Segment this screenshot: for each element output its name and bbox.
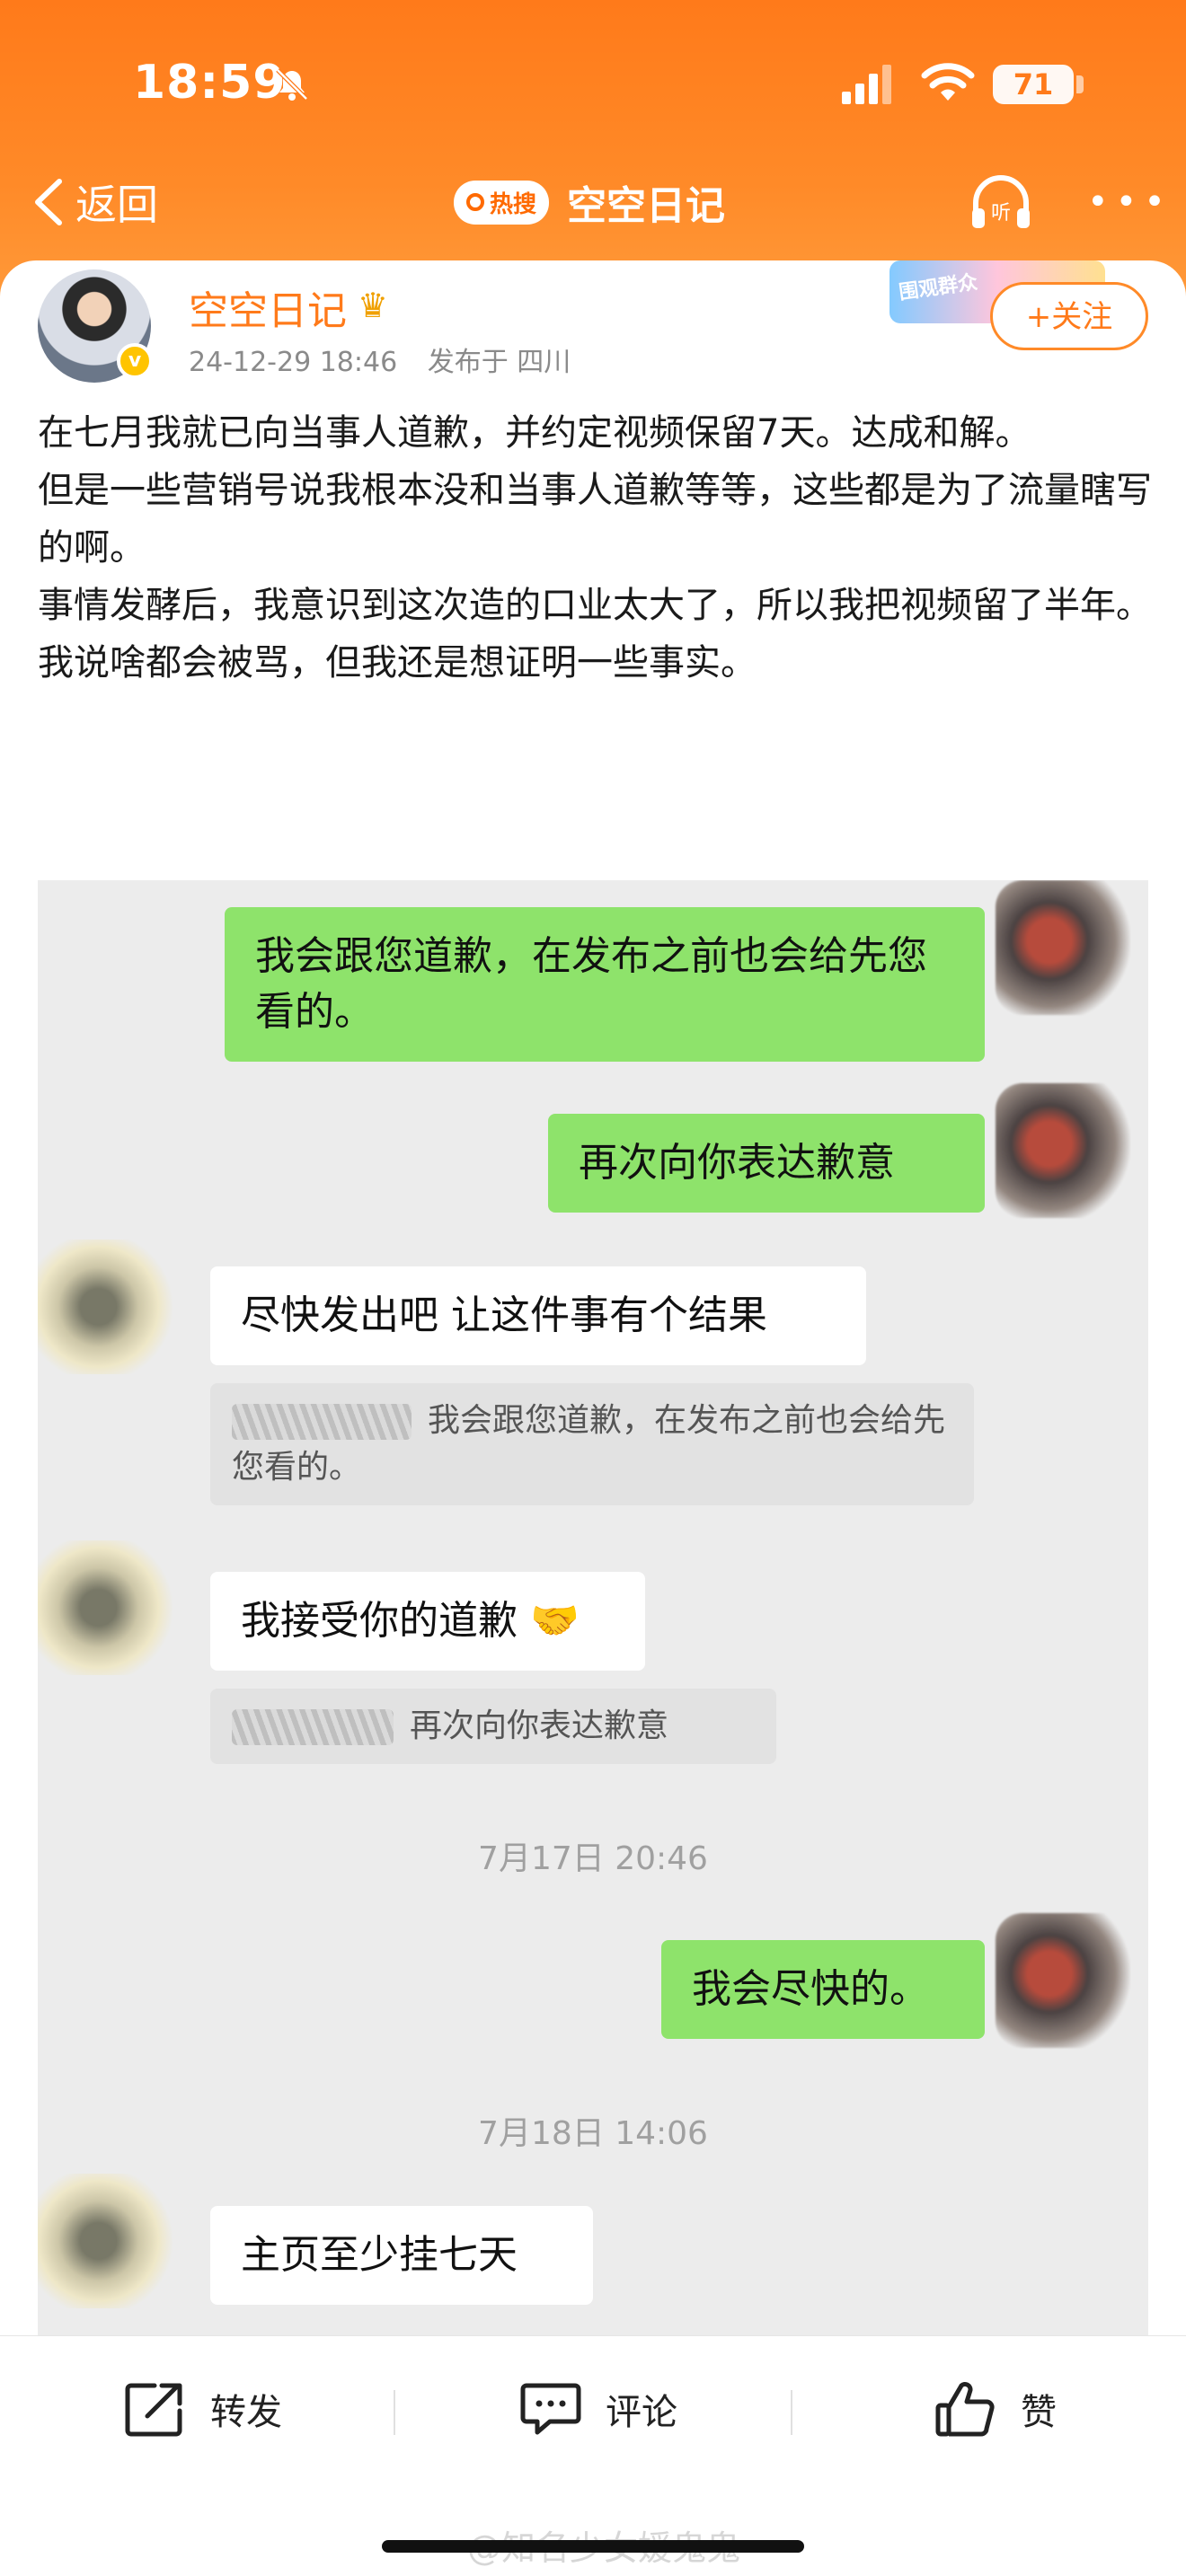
battery-indicator: 71 <box>993 65 1074 104</box>
post-meta: 24-12-29 18:46 发布于 四川 <box>189 340 592 379</box>
mute-bell-icon <box>276 68 308 101</box>
comment-label: 评论 <box>606 2392 677 2433</box>
chat-bubble-sent: 再次向你表达歉意 <box>548 1114 985 1213</box>
page-title: 空空日记 <box>567 183 726 229</box>
author-name[interactable]: 空空日记 <box>189 278 347 336</box>
blurred-avatar-left <box>38 1540 173 1675</box>
follow-button[interactable]: +关注 <box>990 282 1148 350</box>
crown-icon: ♛ <box>358 286 389 325</box>
blurred-avatar-left <box>38 1239 173 1374</box>
chat-bubble-received: 主页至少挂七天 <box>210 2206 593 2305</box>
chat-screenshot-image[interactable]: 我会跟您道歉，在发布之前也会给先您看的。 再次向你表达歉意 尽快发出吧 让这件事… <box>38 880 1148 2335</box>
blurred-avatar-right <box>996 1083 1130 1218</box>
page-title-group[interactable]: 热搜 空空日记 <box>454 171 725 234</box>
blurred-name <box>232 1709 394 1745</box>
back-label: 返回 <box>75 181 158 229</box>
bottom-action-bar: 转发 评论 赞 <box>0 2335 1186 2489</box>
post-body: 在七月我就已向当事人道歉，并约定视频保留7天。达成和解。 但是一些营销号说我根本… <box>38 404 1152 692</box>
post-paragraph: 但是一些营销号说我根本没和当事人道歉等等，这些都是为了流量瞎写的啊。 <box>38 470 1152 569</box>
repost-label: 转发 <box>210 2392 282 2433</box>
thumbs-up-icon <box>935 2382 995 2437</box>
blurred-avatar-right <box>996 1913 1130 2048</box>
svg-text:听: 听 <box>991 202 1011 225</box>
comment-icon <box>520 2383 581 2435</box>
listen-headphones-icon[interactable]: 听 <box>969 172 1033 232</box>
back-button[interactable]: 返回 <box>32 171 158 234</box>
chat-bubble-received: 我接受你的道歉 🤝 <box>210 1572 645 1671</box>
like-button[interactable]: 赞 <box>934 2378 1057 2440</box>
chevron-left-icon <box>35 179 62 225</box>
hot-badge-label: 热搜 <box>490 190 537 218</box>
quoted-message: 再次向你表达歉意 <box>210 1689 776 1764</box>
repost-icon <box>125 2383 182 2437</box>
battery-cap <box>1076 75 1084 93</box>
blurred-name <box>232 1404 412 1440</box>
hot-search-badge[interactable]: 热搜 <box>454 180 550 225</box>
more-menu-button[interactable]: ••• <box>1087 184 1173 220</box>
post-location: 发布于 四川 <box>427 347 571 378</box>
search-icon <box>466 193 484 211</box>
wifi-icon <box>921 63 975 101</box>
blurred-avatar-right <box>996 880 1130 1015</box>
battery-level: 71 <box>1013 67 1054 101</box>
post-paragraph: 事情发酵后，我意识到这次造的口业太大了，所以我把视频留了半年。我说啥都会被骂，但… <box>38 585 1152 684</box>
action-divider <box>791 2390 792 2435</box>
chat-bubble-received: 尽快发出吧 让这件事有个结果 <box>210 1266 866 1365</box>
chat-timestamp: 7月18日 14:06 <box>478 2115 708 2152</box>
post-paragraph: 在七月我就已向当事人道歉，并约定视频保留7天。达成和解。 <box>38 412 1031 454</box>
chat-bubble-sent: 我会跟您道歉，在发布之前也会给先您看的。 <box>225 907 985 1062</box>
like-label: 赞 <box>1021 2392 1057 2433</box>
status-time: 18:59 <box>133 56 287 110</box>
action-divider <box>394 2390 395 2435</box>
post-date: 24-12-29 18:46 <box>189 347 398 378</box>
chat-bubble-sent: 我会尽快的。 <box>661 1940 985 2039</box>
repost-button[interactable]: 转发 <box>124 2378 282 2440</box>
post-card: v 空空日记 ♛ 24-12-29 18:46 发布于 四川 围观群众 +关注 … <box>0 260 1186 2335</box>
quoted-message-text: 再次向你表达歉意 <box>410 1707 669 1744</box>
blurred-avatar-left <box>38 2174 173 2308</box>
top-bar: 18:59 71 返回 热搜 空空日记 听 ••• <box>0 0 1186 305</box>
home-indicator[interactable] <box>382 2540 804 2553</box>
verified-badge: v <box>117 343 153 379</box>
cellular-signal-icon <box>842 65 891 104</box>
quoted-message: 我会跟您道歉，在发布之前也会给先您看的。 <box>210 1383 974 1505</box>
comment-button[interactable]: 评论 <box>519 2378 677 2440</box>
chat-timestamp: 7月17日 20:46 <box>478 1840 708 1877</box>
